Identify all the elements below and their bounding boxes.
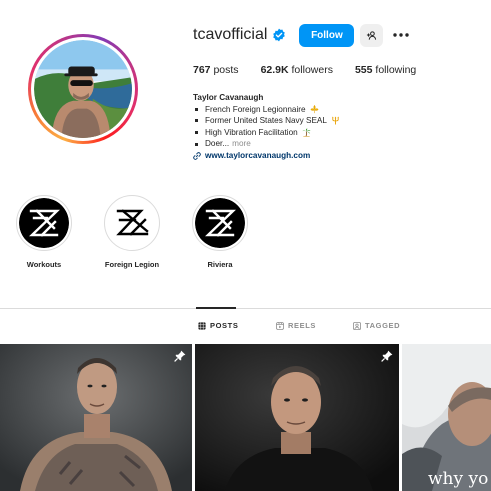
tabs-divider <box>0 308 491 309</box>
more-dots-icon <box>393 33 410 37</box>
highlight-ring <box>16 195 72 251</box>
bullet-icon <box>195 119 198 123</box>
bullet-icon <box>195 131 198 135</box>
follow-button[interactable]: Follow <box>299 23 355 47</box>
bullet-icon <box>195 107 198 111</box>
reels-icon <box>276 321 284 330</box>
highlight-riviera[interactable]: Riviera <box>185 195 255 269</box>
pinned-icon <box>174 350 186 362</box>
following-stat[interactable]: 555 following <box>355 64 416 76</box>
highlight-ring <box>104 195 160 251</box>
post-overlay-text: why yo <box>428 469 489 489</box>
bio-more-link[interactable]: more <box>232 138 251 150</box>
trident-icon <box>332 116 339 126</box>
highlight-cover-icon <box>107 198 157 248</box>
profile-bio: Taylor Cavanaugh French Foreign Legionna… <box>193 92 340 162</box>
profile-avatar-ring[interactable] <box>28 34 138 144</box>
post-thumbnail[interactable] <box>195 344 399 491</box>
highlight-label: Riviera <box>207 260 233 269</box>
post-image <box>0 344 192 491</box>
posts-stat: 767 posts <box>193 64 239 76</box>
bio-line: High Vibration Facilitation <box>193 127 340 139</box>
highlight-cover-icon <box>19 198 69 248</box>
pinned-icon <box>381 350 393 362</box>
fleur-de-lis-icon <box>310 104 319 113</box>
grid-icon <box>198 321 206 330</box>
tab-reels[interactable]: REELS <box>276 321 316 330</box>
post-thumbnail[interactable] <box>0 344 192 491</box>
link-icon <box>193 151 201 160</box>
post-image <box>195 344 399 491</box>
bio-line: French Foreign Legionnaire <box>193 104 340 116</box>
tab-tagged[interactable]: TAGGED <box>353 321 400 330</box>
verified-badge-icon <box>273 28 286 42</box>
tab-posts[interactable]: POSTS <box>198 321 238 330</box>
palm-tree-icon <box>302 128 311 138</box>
profile-stats: 767 posts 62.9K followers 555 following <box>193 64 438 76</box>
active-tab-indicator <box>196 307 236 309</box>
highlight-ring <box>192 195 248 251</box>
highlight-workouts[interactable]: Workouts <box>9 195 79 269</box>
avatar-gap <box>31 37 135 141</box>
highlight-foreign-legion[interactable]: Foreign Legion <box>97 195 167 269</box>
highlight-label: Workouts <box>26 260 62 269</box>
bio-link[interactable]: www.taylorcavanaugh.com <box>193 150 340 162</box>
post-thumbnail[interactable]: why yo <box>402 344 491 491</box>
tagged-icon <box>353 321 361 330</box>
bio-line: Former United States Navy SEAL <box>193 115 340 127</box>
bio-line: Doer... more <box>193 138 340 150</box>
profile-avatar <box>34 40 132 138</box>
followers-stat[interactable]: 62.9K followers <box>261 64 333 76</box>
add-person-icon <box>367 30 377 40</box>
username-row: tcavofficial Follow <box>193 23 411 47</box>
more-options-button[interactable] <box>391 24 411 47</box>
suggested-accounts-button[interactable] <box>360 23 384 47</box>
username: tcavofficial <box>193 26 268 43</box>
highlight-label: Foreign Legion <box>104 260 160 269</box>
highlight-cover-icon <box>195 198 245 248</box>
bio-lines: French Foreign Legionnaire Former United… <box>193 104 340 150</box>
bio-full-name: Taylor Cavanaugh <box>193 93 264 102</box>
bullet-icon <box>195 142 198 146</box>
